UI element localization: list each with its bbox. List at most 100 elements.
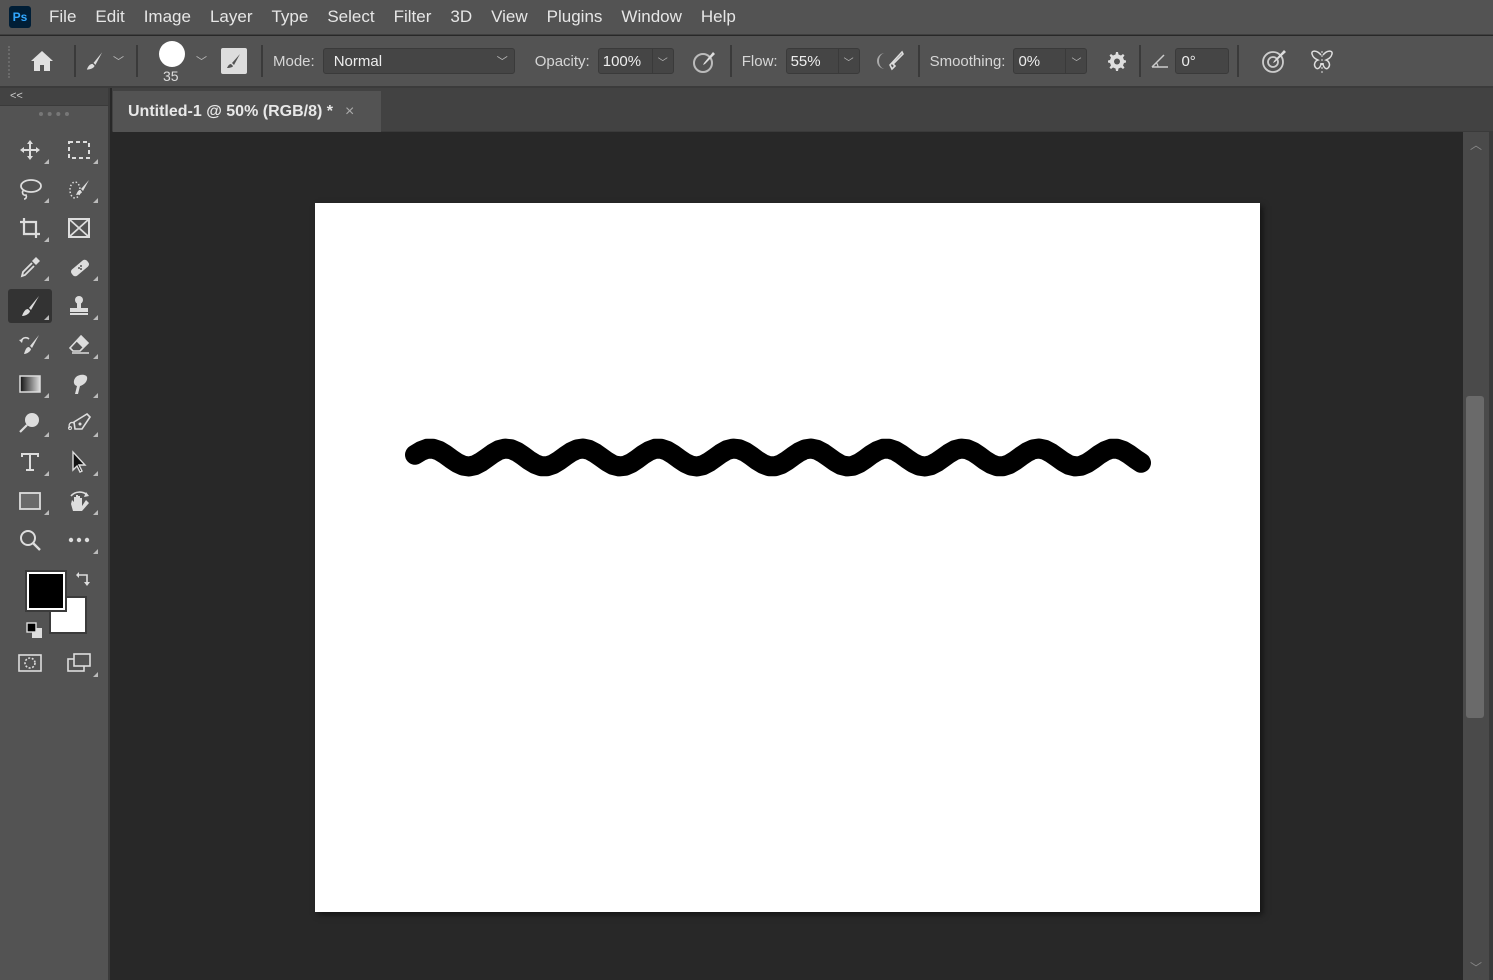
menu-file[interactable]: File <box>49 7 76 27</box>
marquee-icon <box>68 141 90 159</box>
tools-panel: << <box>0 88 110 980</box>
brush-icon <box>22 296 39 316</box>
photoshop-window: Ps File Edit Image Layer Type Select Fil… <box>0 0 1493 980</box>
frame-icon <box>68 218 90 238</box>
brush-picker-chevron-icon[interactable]: ﹀ <box>196 53 207 69</box>
home-button[interactable] <box>28 49 56 73</box>
canvas-workspace[interactable] <box>112 132 1462 980</box>
menu-select[interactable]: Select <box>327 7 374 27</box>
separator <box>136 45 138 77</box>
smoothing-dropdown[interactable]: ﹀ <box>1066 49 1086 73</box>
eraser-tool[interactable] <box>57 328 101 362</box>
type-tool[interactable] <box>8 445 52 479</box>
dodge-tool[interactable] <box>8 406 52 440</box>
flow-value[interactable]: 55% <box>787 49 839 73</box>
swap-colors-button[interactable] <box>74 570 92 588</box>
angle-field[interactable]: 0° <box>1175 48 1230 74</box>
pressure-opacity-toggle[interactable] <box>690 48 718 74</box>
brush-settings-panel-toggle[interactable] <box>221 48 247 74</box>
menu-3d[interactable]: 3D <box>450 7 472 27</box>
menu-plugins[interactable]: Plugins <box>547 7 603 27</box>
document-tab-title: Untitled-1 @ 50% (RGB/8) * <box>128 103 333 120</box>
scroll-down-arrow-icon[interactable]: ﹀ <box>1463 959 1489 976</box>
photoshop-logo: Ps <box>9 6 31 28</box>
symmetry-button[interactable] <box>1307 47 1337 75</box>
move-tool[interactable] <box>8 133 52 167</box>
opacity-dropdown[interactable]: ﹀ <box>653 49 673 73</box>
brush-tip-preview <box>159 41 185 67</box>
default-colors-icon <box>26 622 42 638</box>
flow-field[interactable]: 55% ﹀ <box>785 48 860 74</box>
scroll-up-arrow-icon[interactable]: ︿ <box>1463 136 1489 153</box>
opacity-field[interactable]: 100% ﹀ <box>597 48 674 74</box>
spot-healing-brush-tool[interactable] <box>57 250 101 284</box>
tool-group-indicator <box>93 549 98 554</box>
menu-window[interactable]: Window <box>621 7 681 27</box>
rectangle-tool[interactable] <box>8 484 52 518</box>
airbrush-toggle[interactable] <box>876 49 906 73</box>
gear-icon <box>1108 52 1127 71</box>
mode-value: Normal <box>333 52 383 70</box>
separator <box>1237 45 1240 77</box>
rectangle-icon <box>19 492 41 510</box>
smoothing-label: Smoothing: <box>929 52 1006 70</box>
document-tab[interactable]: Untitled-1 @ 50% (RGB/8) * × <box>113 91 381 133</box>
tools-panel-grip[interactable] <box>39 112 69 116</box>
clone-stamp-tool[interactable] <box>57 289 101 323</box>
smudge-tool[interactable] <box>57 367 101 401</box>
quick-selection-tool[interactable] <box>57 172 101 206</box>
menu-view[interactable]: View <box>491 7 528 27</box>
collapse-panel-button[interactable]: << <box>0 88 108 106</box>
quick-mask-button[interactable] <box>8 646 52 680</box>
tool-preset-picker[interactable]: ﹀ <box>84 50 124 72</box>
menu-help[interactable]: Help <box>701 7 736 27</box>
menu-type[interactable]: Type <box>271 7 308 27</box>
default-colors-button[interactable] <box>26 622 44 640</box>
pressure-size-icon <box>1262 50 1287 73</box>
document-tab-bar: Untitled-1 @ 50% (RGB/8) * × <box>112 88 1493 133</box>
smoothing-value[interactable]: 0% <box>1014 49 1067 73</box>
menu-filter[interactable]: Filter <box>394 7 432 27</box>
frame-tool[interactable] <box>57 211 101 245</box>
rectangular-marquee-tool[interactable] <box>57 133 101 167</box>
smoothing-field[interactable]: 0% ﹀ <box>1013 48 1088 74</box>
menu-edit[interactable]: Edit <box>95 7 124 27</box>
chevron-down-icon: ﹀ <box>496 56 508 68</box>
rotate-hand-icon <box>70 491 89 511</box>
gradient-tool[interactable] <box>8 367 52 401</box>
tool-group-indicator <box>44 432 49 437</box>
tool-group-indicator <box>93 315 98 320</box>
pressure-size-toggle[interactable] <box>1259 47 1289 75</box>
flow-dropdown[interactable]: ﹀ <box>839 49 859 73</box>
tool-group-indicator <box>93 159 98 164</box>
quick-mask-icon <box>18 654 42 672</box>
quick-selection-icon <box>69 180 89 199</box>
vertical-scrollbar[interactable]: ︿ ﹀ <box>1463 132 1489 980</box>
document-canvas[interactable] <box>315 203 1260 912</box>
screen-mode-button[interactable] <box>57 646 101 680</box>
brush-tool[interactable] <box>8 289 52 323</box>
smudge-finger-icon <box>73 374 88 394</box>
edit-toolbar-button[interactable] <box>57 523 101 557</box>
history-brush-tool[interactable] <box>8 328 52 362</box>
eyedropper-tool[interactable] <box>8 250 52 284</box>
brush-preset-picker[interactable]: 35 <box>152 37 192 85</box>
crop-tool[interactable] <box>8 211 52 245</box>
close-tab-icon[interactable]: × <box>345 103 354 121</box>
scrollbar-thumb[interactable] <box>1466 396 1484 718</box>
mode-select[interactable]: Normal ﹀ <box>322 48 515 74</box>
gradient-icon <box>19 375 41 393</box>
angle-icon <box>1149 52 1171 70</box>
menu-layer[interactable]: Layer <box>210 7 253 27</box>
lasso-tool[interactable] <box>8 172 52 206</box>
pen-tool[interactable] <box>57 406 101 440</box>
menu-image[interactable]: Image <box>144 7 191 27</box>
opacity-value[interactable]: 100% <box>599 49 653 73</box>
path-selection-tool[interactable] <box>57 445 101 479</box>
dodge-icon <box>19 413 39 433</box>
smoothing-options-button[interactable] <box>1103 49 1129 73</box>
foreground-color-swatch[interactable] <box>25 570 67 612</box>
hand-tool[interactable] <box>57 484 101 518</box>
zoom-tool[interactable] <box>8 523 52 557</box>
options-bar-grip[interactable] <box>8 46 10 78</box>
